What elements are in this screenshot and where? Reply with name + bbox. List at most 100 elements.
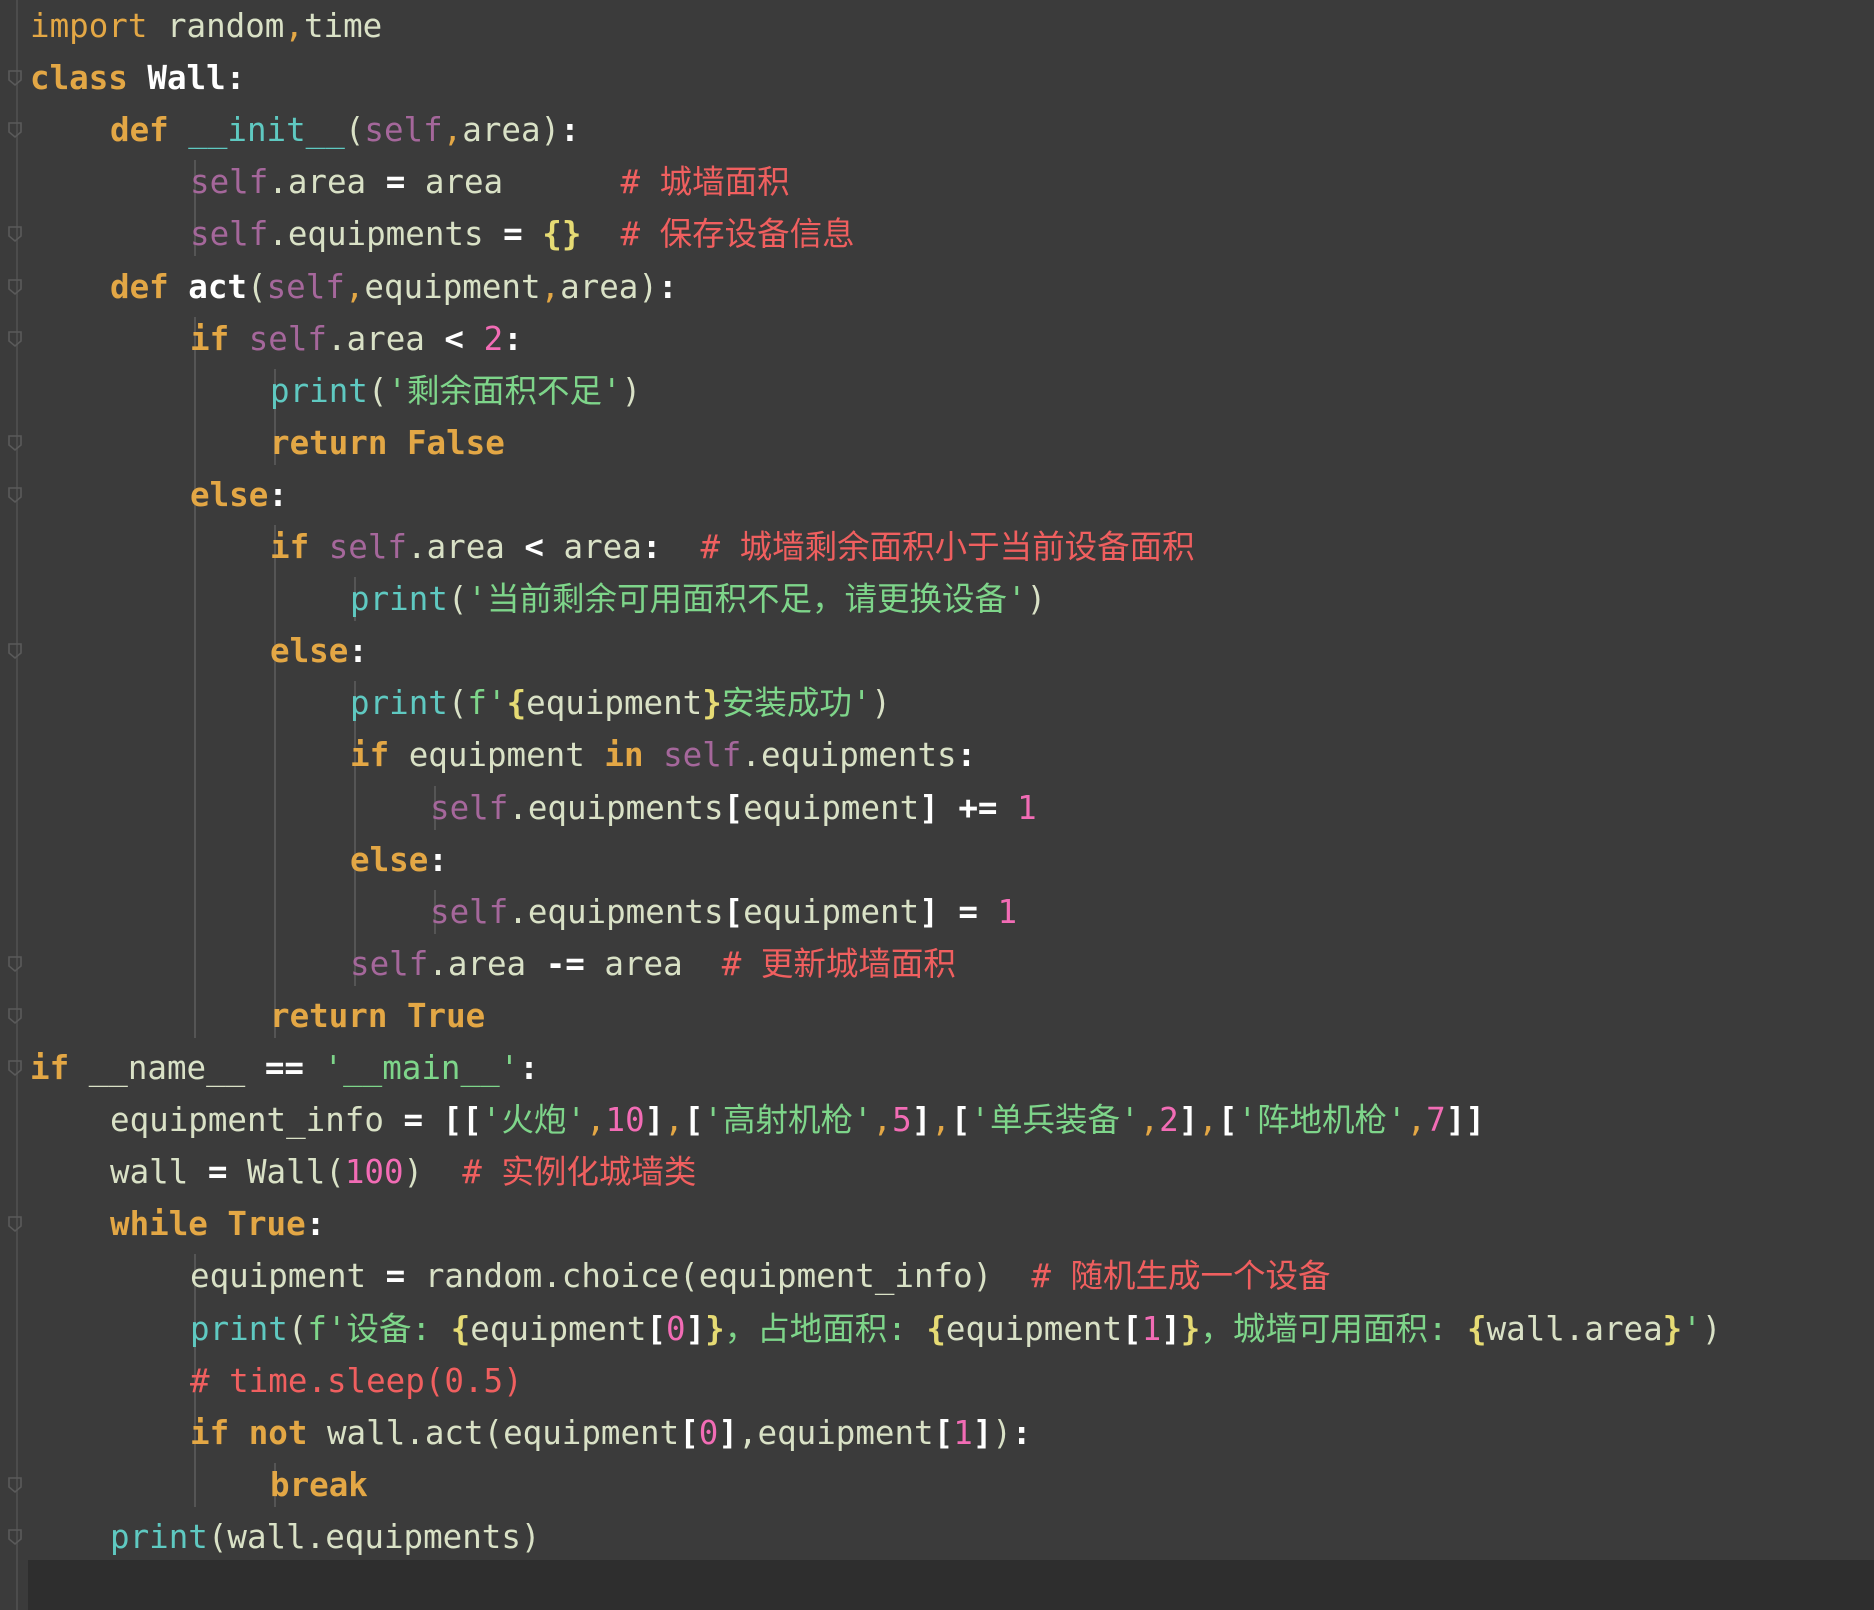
code-token: .equipments [508,892,724,931]
code-token: , [585,1101,606,1140]
code-line[interactable]: class Wall: [30,52,245,104]
code-token: '当前剩余可用面积不足，请更换设备' [467,580,1027,619]
code-token: random [147,7,285,45]
code-token: : [519,1049,539,1087]
code-line[interactable]: self.area = area # 城墙面积 [190,156,790,208]
code-token: , [931,1101,951,1140]
code-token: : [225,59,246,98]
code-token: # 随机生成一个设备 [1031,1257,1331,1296]
fold-toggle-icon[interactable] [6,329,24,349]
code-line[interactable]: else: [270,625,368,677]
code-line[interactable]: print(wall.equipments) [110,1511,540,1563]
fold-toggle-icon[interactable] [6,1214,24,1234]
code-token: print [190,1309,288,1348]
code-line[interactable]: self.equipments = {} # 保存设备信息 [190,208,855,260]
code-line[interactable]: self.area -= area # 更新城墙面积 [350,938,956,990]
code-line[interactable]: if self.area < area: # 城墙剩余面积小于当前设备面积 [270,521,1195,573]
fold-toggle-icon[interactable] [6,1527,24,1547]
code-line[interactable]: def __init__(self,area): [110,104,580,156]
code-token: while [110,1205,208,1244]
code-token: class [30,59,128,98]
code-line[interactable]: else: [350,834,448,886]
code-token: area [462,111,541,150]
code-token: 7 [1426,1101,1446,1140]
code-token: equipment [945,1309,1123,1348]
code-line[interactable]: print('剩余面积不足') [270,365,641,417]
fold-toggle-icon[interactable] [6,1006,24,1026]
fold-toggle-icon[interactable] [6,120,24,140]
code-line[interactable]: import random,time [30,0,382,52]
code-token: time [303,7,383,45]
code-token: ( [344,111,365,150]
fold-toggle-icon[interactable] [6,1475,24,1495]
fold-toggle-icon[interactable] [6,954,24,974]
fold-toggle-icon[interactable] [6,68,24,88]
code-token: : [956,736,977,775]
fold-toggle-icon[interactable] [6,1058,24,1078]
code-line[interactable]: wall = Wall(100) # 实例化城墙类 [110,1146,696,1198]
code-line[interactable]: break [270,1459,368,1511]
code-token: : [1011,1413,1032,1452]
code-token: 2 [483,319,504,358]
code-token: print [350,684,448,723]
code-token: = [503,215,523,254]
fold-toggle-icon[interactable] [6,277,24,297]
code-token: def [110,267,169,306]
code-token: ) [638,267,658,306]
code-token: '火炮' [481,1101,586,1140]
code-line[interactable]: equipment_info = [['火炮',10],['高射机枪',5],[… [110,1094,1485,1146]
code-line[interactable]: while True: [110,1198,325,1250]
code-token: ] [685,1309,706,1348]
code-token: ，占地面积: [724,1309,927,1348]
code-token: __init__ [188,111,345,150]
fold-toggle-icon[interactable] [6,641,24,661]
code-token: = [958,892,978,931]
code-token: += [958,788,998,827]
code-token: } [1180,1309,1201,1348]
code-token: self [364,111,443,150]
code-line[interactable]: return False [270,417,505,469]
code-token: ' [1682,1309,1702,1348]
code-line[interactable]: # time.sleep(0.5) [190,1355,523,1407]
code-line[interactable]: print(f'设备: {equipment[0]}，占地面积: {equipm… [190,1303,1721,1355]
code-token: if [190,1413,230,1452]
code-token: self [430,892,509,931]
code-line[interactable]: return True [270,990,485,1042]
code-line[interactable]: print('当前剩余可用面积不足，请更换设备') [350,573,1046,625]
code-token: in [604,736,644,775]
code-token: , [442,111,463,150]
code-token: area [584,944,722,983]
code-line[interactable]: self.equipments[equipment] += 1 [430,782,1037,834]
code-editor[interactable]: import random,time class Wall: def __init_… [0,0,1874,1610]
code-token: , [1139,1101,1160,1140]
code-token: .equipments [741,736,957,775]
code-token: '阵地机枪' [1237,1101,1407,1140]
code-line[interactable]: def act(self,equipment,area): [110,261,678,313]
code-line[interactable]: equipment = random.choice(equipment_info… [190,1250,1331,1302]
code-token: ，城墙可用面积: [1200,1309,1467,1348]
code-token: equipment [743,788,920,827]
code-token: 1 [1141,1309,1162,1348]
code-line[interactable]: print(f'{equipment}安装成功') [350,677,891,729]
code-token: False [406,423,505,462]
code-token: ] [919,788,939,827]
fold-toggle-icon[interactable] [6,224,24,244]
code-line[interactable]: else: [190,469,288,521]
code-token: random.choice(equipment_info) [405,1257,1032,1296]
code-token: , [664,1101,684,1140]
code-line[interactable]: if self.area < 2: [190,313,523,365]
code-token: # 实例化城墙类 [462,1153,697,1192]
code-line[interactable]: self.equipments[equipment] = 1 [430,886,1017,938]
code-token: [ [1122,1309,1142,1348]
code-token: __name__ [69,1049,265,1087]
code-token: { [506,684,527,723]
code-token: 2 [1159,1101,1179,1140]
fold-toggle-icon[interactable] [6,485,24,505]
fold-toggle-icon[interactable] [6,433,24,453]
code-line[interactable]: if __name__ == '__main__': [30,1042,539,1094]
code-token: equipment [190,1257,386,1296]
code-line[interactable]: if equipment in self.equipments: [350,729,976,781]
code-line[interactable]: if not wall.act(equipment[0],equipment[1… [190,1407,1032,1459]
